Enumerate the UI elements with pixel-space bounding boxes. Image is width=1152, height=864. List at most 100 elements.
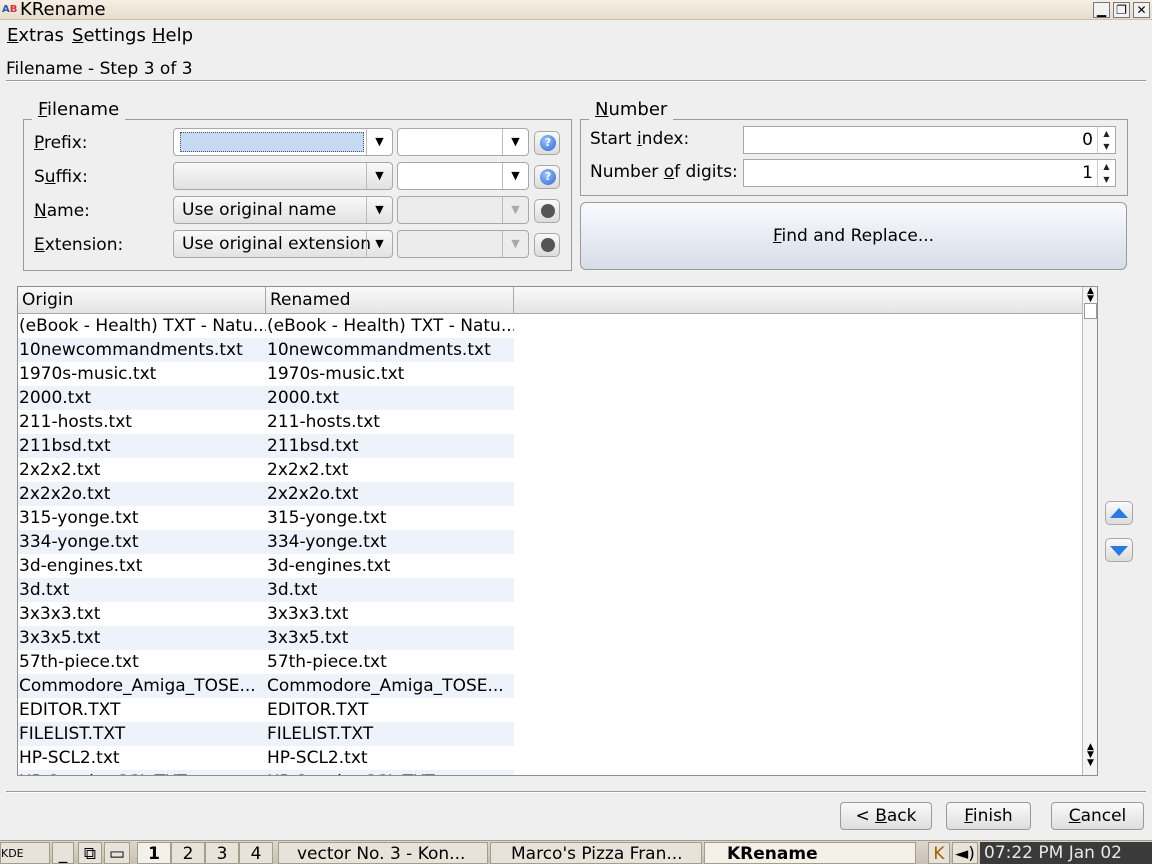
origin-cell: 2000.txt [18, 386, 266, 410]
origin-cell: 57th-piece.txt [19, 652, 139, 672]
dropdown-arrow-icon[interactable]: ▼ [366, 163, 392, 189]
origin-cell: 3x3x5.txt [18, 626, 266, 650]
list-row[interactable]: Commodore_Amiga_TOSE... Commodore_Amiga_T… [18, 674, 1082, 698]
list-row[interactable]: 211-hosts.txt 211-hosts.txt [18, 410, 1082, 434]
step-title: Filename - Step 3 of 3 [6, 59, 193, 79]
menu-extras[interactable]: Extras [0, 22, 71, 50]
scroll-page-icon[interactable]: ▲ ▼ [1083, 743, 1097, 760]
name-combo[interactable]: Use original name ▼ [173, 196, 393, 224]
column-origin[interactable]: Origin [18, 287, 266, 313]
list-row[interactable]: 3d.txt 3d.txt [18, 578, 1082, 602]
suffix-insert-combo[interactable]: ▼ [397, 162, 529, 190]
maximize-button[interactable]: ❐ [1113, 2, 1130, 18]
renamed-cell: 315-yonge.txt [267, 508, 387, 528]
list-row[interactable]: 2000.txt 2000.txt [18, 386, 1082, 410]
disabled-dot-icon [541, 238, 555, 252]
start-index-spinbox[interactable]: 0 ▲ ▼ [743, 126, 1116, 154]
dropdown-arrow-icon[interactable]: ▼ [366, 197, 392, 223]
terminal-icon[interactable]: ▭ [104, 842, 130, 864]
prefix-insert-combo[interactable]: ▼ [397, 128, 529, 156]
renamed-cell: HP-SCL2.txt [267, 748, 368, 768]
move-up-button[interactable] [1105, 501, 1133, 525]
origin-cell: (eBook - Health) TXT - Natu... [19, 316, 266, 336]
menu-settings[interactable]: Settings [65, 22, 153, 50]
kde-menu-icon[interactable]: KDE [0, 842, 50, 864]
list-row[interactable]: 3x3x3.txt 3x3x3.txt [18, 602, 1082, 626]
list-row[interactable]: FILELIST.TXT FILELIST.TXT [18, 722, 1082, 746]
arrow-up-icon [1110, 508, 1128, 518]
filename-group-title: Filename [32, 100, 126, 120]
minimize-button[interactable]: ▁ [1093, 2, 1110, 18]
desktop-2[interactable]: 2 [171, 842, 205, 864]
desktop-4[interactable]: 4 [239, 842, 273, 864]
extension-custom-combo: ▼ [397, 230, 529, 258]
clock[interactable]: 07:22 PM Jan 02 [980, 842, 1152, 864]
dropdown-arrow-icon[interactable]: ▼ [502, 129, 528, 155]
scroll-up-icon[interactable]: ▲ ▼ [1083, 287, 1097, 304]
list-row[interactable]: 211bsd.txt 211bsd.txt [18, 434, 1082, 458]
renamed-cell: 211-hosts.txt [267, 412, 380, 432]
renamed-cell: 1970s-music.txt [267, 364, 405, 384]
list-row[interactable]: 2x2x2o.txt 2x2x2o.txt [18, 482, 1082, 506]
dropdown-arrow-icon[interactable]: ▼ [366, 231, 392, 257]
find-replace-button[interactable]: Find and Replace... [580, 202, 1127, 270]
spin-arrows-icon[interactable]: ▲ ▼ [1097, 160, 1115, 186]
prefix-input[interactable] [180, 132, 364, 152]
scroll-thumb[interactable] [1084, 303, 1097, 319]
scroll-down-icon[interactable]: ▼ [1083, 759, 1097, 775]
title-bar: AB KRename ▁ ❐ ✕ [0, 0, 1152, 20]
finish-button[interactable]: Finish [946, 802, 1031, 830]
extension-options-button [534, 233, 560, 257]
prefix-help-button[interactable]: ? [534, 131, 560, 155]
start-index-label: Start index: [590, 129, 690, 149]
origin-cell: 1970s-music.txt [19, 364, 157, 384]
back-button[interactable]: < Back [840, 802, 932, 830]
volume-icon[interactable]: ◄) [952, 842, 978, 864]
menu-help[interactable]: Help [145, 22, 200, 50]
digits-spinbox[interactable]: 1 ▲ ▼ [743, 159, 1116, 187]
suffix-combo[interactable]: ▼ [173, 162, 393, 190]
dropdown-arrow-icon[interactable]: ▼ [366, 129, 392, 155]
vertical-scrollbar[interactable]: ▲ ▼ ▲ ▼ ▼ [1082, 287, 1097, 775]
desktop-3[interactable]: 3 [205, 842, 239, 864]
list-row[interactable]: 1970s-music.txt 1970s-music.txt [18, 362, 1082, 386]
prefix-combo[interactable]: ▼ [173, 128, 393, 156]
suffix-help-button[interactable]: ? [534, 165, 560, 189]
renamed-cell: 10newcommandments.txt [266, 338, 514, 362]
origin-cell: HP-SCL2.txt [19, 748, 120, 768]
prefix-label: Prefix: [34, 133, 88, 153]
name-label: Name: [34, 201, 90, 221]
task-krename[interactable]: KRename [704, 842, 916, 864]
list-row[interactable]: 10newcommandments.txt 10newcommandments.t… [18, 338, 1082, 362]
list-row[interactable]: 3x3x5.txt 3x3x5.txt [18, 626, 1082, 650]
list-row[interactable]: EDITOR.TXT EDITOR.TXT [18, 698, 1082, 722]
origin-cell: 334-yonge.txt [18, 530, 266, 554]
task-konsole[interactable]: vector No. 3 - Kon... [278, 842, 488, 864]
dropdown-arrow-icon[interactable]: ▼ [502, 163, 528, 189]
list-row[interactable]: 315-yonge.txt 315-yonge.txt [18, 506, 1082, 530]
close-button[interactable]: ✕ [1133, 2, 1150, 18]
list-row[interactable]: HP-Scanjet-SCL.TXTHP-Scanjet-SCL.TXT [18, 770, 1082, 775]
move-down-button[interactable] [1105, 538, 1133, 562]
list-row[interactable]: 57th-piece.txt 57th-piece.txt [18, 650, 1082, 674]
suffix-label: Suffix: [34, 167, 88, 187]
list-row[interactable]: 3d-engines.txt 3d-engines.txt [18, 554, 1082, 578]
file-list[interactable]: Origin Renamed (eBook - Health) TXT - Na… [17, 286, 1098, 776]
klipper-icon[interactable]: K [928, 842, 950, 864]
extension-combo[interactable]: Use original extension ▼ [173, 230, 393, 258]
list-row[interactable]: (eBook - Health) TXT - Natu... (eBook - H… [18, 314, 1082, 338]
list-row[interactable]: 334-yonge.txt 334-yonge.txt [18, 530, 1082, 554]
column-renamed[interactable]: Renamed [266, 287, 514, 313]
list-row[interactable]: 2x2x2.txt 2x2x2.txt [18, 458, 1082, 482]
spin-arrows-icon[interactable]: ▲ ▼ [1097, 127, 1115, 153]
window-list-icon[interactable]: ⧉ [78, 842, 102, 864]
dropdown-arrow-icon: ▼ [502, 197, 528, 223]
list-row[interactable]: HP-SCL2.txt HP-SCL2.txt [18, 746, 1082, 770]
desktop-1[interactable]: 1 [137, 842, 171, 864]
renamed-cell: 2x2x2.txt [267, 460, 349, 480]
origin-cell: Commodore_Amiga_TOSE... [18, 674, 266, 698]
show-desktop-icon[interactable]: _ [52, 842, 74, 864]
cancel-button[interactable]: Cancel [1051, 802, 1144, 830]
divider [6, 791, 1146, 793]
task-firefox[interactable]: Marco's Pizza Fran... [490, 842, 702, 864]
